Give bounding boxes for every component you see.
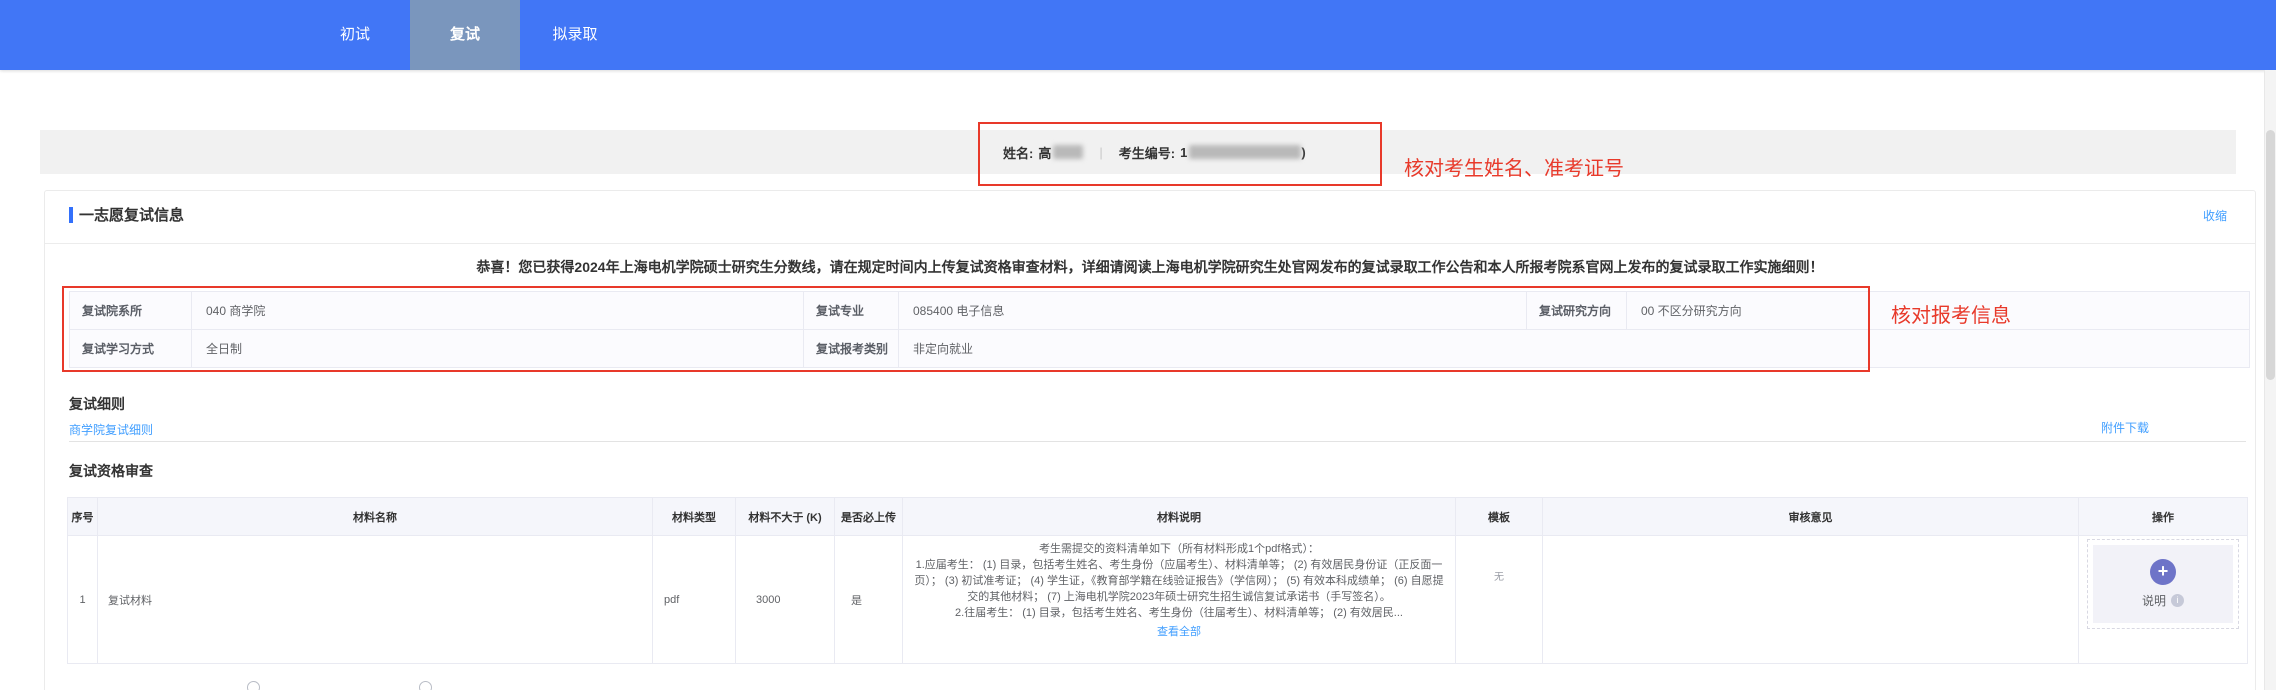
upload-inner-area: + 说明 i: [2093, 545, 2233, 623]
table-row: 1 复试材料 pdf 3000 是 考生需提交的资料清单如下（所有材料形成1个p…: [68, 536, 2248, 664]
column-header-index: 序号: [68, 498, 98, 536]
panel-title: 一志愿复试信息: [79, 204, 184, 225]
column-header-max-size: 材料不大于 (K): [736, 498, 835, 536]
cutoff-radio-icon[interactable]: [247, 681, 260, 690]
top-navbar: 初试 复试 拟录取: [0, 0, 2276, 70]
scrollbar-thumb[interactable]: [2266, 130, 2275, 380]
annotation-check-application-info: 核对报考信息: [1891, 299, 2011, 328]
rules-divider: [69, 441, 2246, 442]
identity-info: 姓名: 高 | 考生编号: 1): [1003, 130, 1306, 174]
annotation-box-application-info: [62, 286, 1870, 372]
cell-description: 考生需提交的资料清单如下（所有材料形成1个pdf格式）： 1.应届考生： (1)…: [903, 536, 1456, 664]
rules-detail-link[interactable]: 商学院复试细则: [69, 421, 153, 438]
column-header-required: 是否必上传: [835, 498, 903, 536]
info-icon[interactable]: i: [2171, 594, 2184, 607]
retest-info-panel: 一志愿复试信息 收缩 恭喜！您已获得2024年上海电机学院硕士研究生分数线，请在…: [44, 190, 2256, 690]
rules-heading: 复试细则: [69, 394, 125, 414]
exam-id-visible-text: 1: [1180, 145, 1187, 160]
redacted-name-block: [1053, 145, 1083, 159]
upload-label: 说明: [2142, 592, 2166, 609]
exam-id-value: 1): [1180, 145, 1306, 160]
redacted-exam-id-block: [1189, 145, 1301, 159]
title-accent-bar: [69, 207, 73, 223]
cutoff-radio-icon[interactable]: [419, 681, 432, 690]
qualification-review-table: 序号 材料名称 材料类型 材料不大于 (K) 是否必上传 材料说明 模板 审核意…: [67, 497, 2248, 664]
congratulation-notice: 恭喜！您已获得2024年上海电机学院硕士研究生分数线，请在规定时间内上传复试资格…: [45, 257, 2255, 277]
name-value: 高: [1038, 143, 1083, 162]
column-header-template: 模板: [1456, 498, 1543, 536]
exam-id-suffix: ): [1301, 145, 1305, 160]
plus-icon: +: [2150, 559, 2176, 585]
column-header-material-name: 材料名称: [98, 498, 653, 536]
cell-index: 1: [68, 536, 98, 664]
column-header-material-type: 材料类型: [653, 498, 736, 536]
cell-operation: + 说明 i: [2079, 536, 2248, 664]
annotation-check-identity: 核对考生姓名、准考证号: [1404, 152, 1624, 181]
exam-id-label: 考生编号:: [1119, 143, 1175, 162]
cell-material-type: pdf: [653, 536, 736, 664]
cell-max-size: 3000: [736, 536, 835, 664]
upload-material-button[interactable]: + 说明 i: [2087, 539, 2239, 629]
cell-material-name: 复试材料: [98, 536, 653, 664]
view-all-link[interactable]: 查看全部: [1157, 623, 1201, 639]
header-divider: [45, 243, 2255, 244]
column-header-description: 材料说明: [903, 498, 1456, 536]
attachment-download-link[interactable]: 附件下载: [2101, 419, 2149, 436]
review-heading: 复试资格审查: [69, 461, 153, 481]
nav-tabs: 初试 复试 拟录取: [300, 0, 630, 70]
material-description-text: 考生需提交的资料清单如下（所有材料形成1个pdf格式）： 1.应届考生： (1)…: [913, 542, 1445, 622]
app-screen: 初试 复试 拟录取 姓名: 高 | 考生编号: 1) 核对考生姓名、准考证号 核…: [0, 0, 2276, 690]
name-visible-text: 高: [1038, 143, 1051, 162]
tab-retest[interactable]: 复试: [410, 0, 520, 70]
cell-review-opinion: [1543, 536, 2079, 664]
column-header-review-opinion: 审核意见: [1543, 498, 2079, 536]
collapse-link[interactable]: 收缩: [2203, 207, 2227, 224]
separator: |: [1099, 145, 1102, 160]
table-header-row: 序号 材料名称 材料类型 材料不大于 (K) 是否必上传 材料说明 模板 审核意…: [68, 498, 2248, 536]
name-label: 姓名:: [1003, 143, 1033, 162]
cell-template: 无: [1456, 536, 1543, 664]
upload-label-row: 说明 i: [2142, 592, 2184, 609]
tab-proposed-admission[interactable]: 拟录取: [520, 0, 630, 70]
scrollbar-track[interactable]: [2264, 70, 2276, 690]
tab-first-exam[interactable]: 初试: [300, 0, 410, 70]
column-header-operation: 操作: [2079, 498, 2248, 536]
cell-required: 是: [835, 536, 903, 664]
